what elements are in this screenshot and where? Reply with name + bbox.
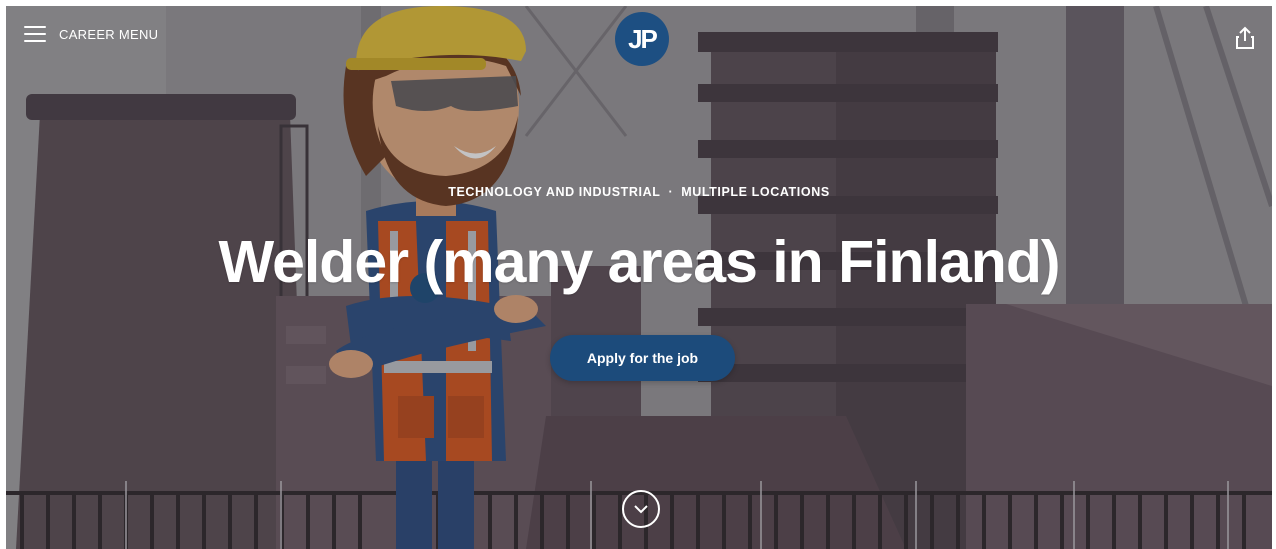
hamburger-icon (24, 26, 46, 42)
career-menu-button[interactable]: CAREER MENU (24, 26, 158, 42)
logo-text: JP (628, 23, 658, 54)
jp-logo[interactable]: JP (615, 12, 669, 66)
job-category: TECHNOLOGY AND INDUSTRIAL (448, 185, 661, 199)
meta-separator: · (668, 185, 674, 199)
chevron-down-icon (634, 505, 648, 514)
scroll-down-button[interactable] (622, 490, 660, 528)
job-location: MULTIPLE LOCATIONS (681, 185, 830, 199)
hero-banner: CAREER MENU JP TECHNOLOGY AND INDUSTRIAL… (6, 6, 1272, 549)
top-navigation: CAREER MENU JP (6, 6, 1272, 66)
apply-button[interactable]: Apply for the job (550, 335, 735, 381)
career-menu-label: CAREER MENU (59, 26, 159, 42)
job-meta: TECHNOLOGY AND INDUSTRIAL · MULTIPLE LOCAT… (6, 185, 1272, 199)
share-icon[interactable] (1234, 26, 1256, 50)
job-title: Welder (many areas in Finland) (218, 229, 1060, 295)
